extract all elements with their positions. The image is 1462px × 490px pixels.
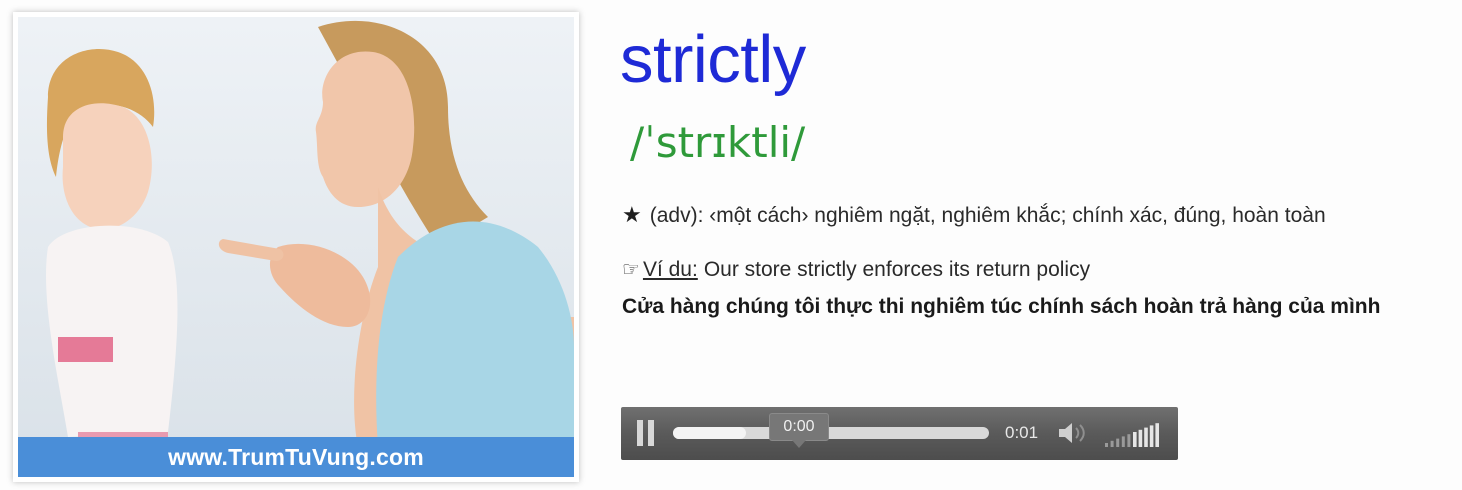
star-icon: ★ [622, 203, 642, 228]
example-line: ☞ Ví du: Our store strictly enforces its r… [622, 257, 1090, 282]
volume-bar [1127, 434, 1131, 447]
volume-bar [1149, 425, 1154, 447]
volume-bar [1133, 432, 1137, 447]
audio-player: 0:00 0:01 [621, 407, 1178, 460]
total-time: 0:01 [1005, 423, 1039, 442]
time-tooltip: 0:00 [769, 413, 829, 448]
volume-bars-icon[interactable] [1103, 421, 1163, 447]
volume-bar [1121, 436, 1125, 447]
headword: strictly [620, 22, 806, 97]
seek-bar[interactable]: 0:00 [673, 413, 989, 448]
meaning-line: ★ (adv): ‹một cách› nghiêm ngặt, nghiêm k… [622, 203, 1326, 228]
volume-bar [1155, 423, 1159, 447]
volume-bar [1144, 427, 1148, 447]
seek-progress [673, 427, 746, 439]
watermark-text: www.TrumTuVung.com [18, 437, 574, 477]
illustration-frame: www.TrumTuVung.com [13, 12, 579, 482]
meaning-text: (adv): ‹một cách› nghiêm ngặt, nghiêm kh… [649, 204, 1326, 227]
pointing-hand-icon: ☞ [622, 257, 640, 281]
volume-bar [1138, 429, 1143, 447]
speaker-icon[interactable] [1057, 421, 1087, 445]
illustration-art [18, 17, 574, 477]
example-label: Ví du: [642, 258, 698, 281]
example-translation: Cửa hàng chúng tôi thực thi nghiêm túc c… [622, 295, 1381, 318]
volume-bar [1116, 438, 1120, 447]
illustration-image: www.TrumTuVung.com [18, 17, 574, 477]
volume-bar [1110, 440, 1114, 447]
example-text: Our store strictly enforces its return p… [703, 258, 1091, 281]
volume-bar [1105, 443, 1108, 447]
pronunciation-ipa: /ˈstrɪktli/ [630, 118, 806, 167]
pause-icon[interactable] [635, 420, 657, 446]
